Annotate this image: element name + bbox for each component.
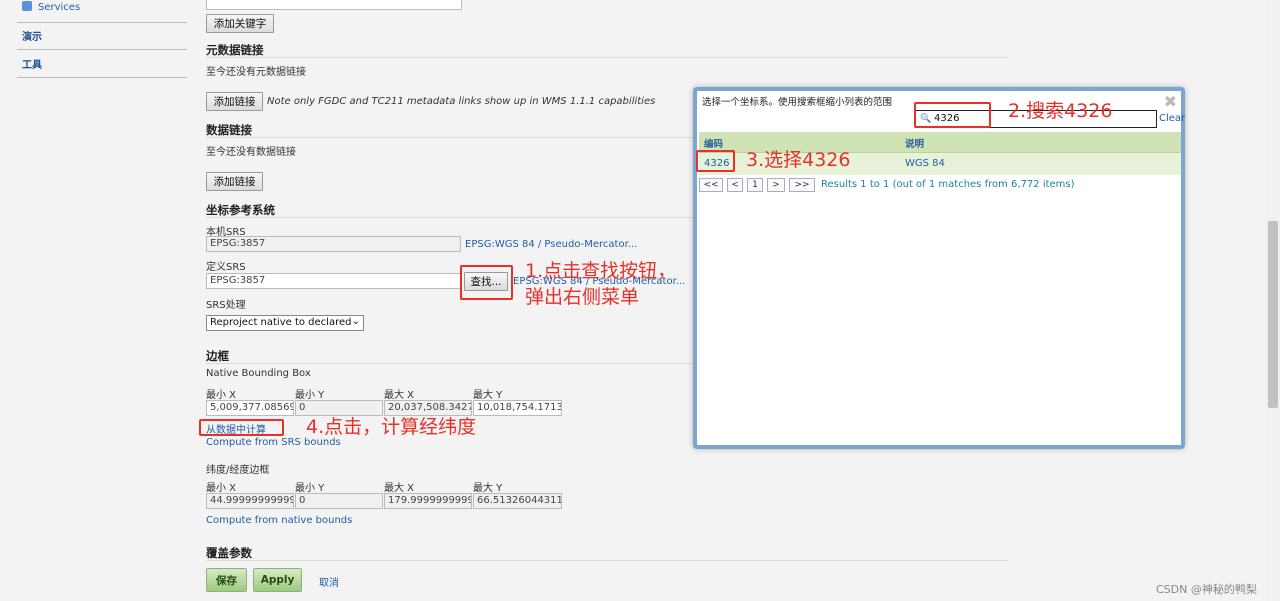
compute-from-native-link[interactable]: Compute from native bounds [206,515,352,526]
pager-first-button[interactable]: << [699,178,723,192]
sidebar-divider [17,22,187,23]
latlon-maxy-input[interactable]: 66.51326044311141 [473,493,562,509]
native-minx-input[interactable]: 5,009,377.0856972 [206,400,294,416]
col-min-x: 最小 X [206,390,237,401]
close-icon[interactable]: ✖ [1164,92,1177,111]
row-desc: WGS 84 [905,158,945,169]
annotation-step2: 2.搜索4326 [1008,100,1113,122]
add-keyword-button[interactable]: 添加关键字 [206,14,274,33]
native-maxx-input[interactable]: 20,037,508.342789 [384,400,472,416]
col-desc-header: 说明 [905,139,925,150]
annotation-step4: 4.点击，计算经纬度 [306,416,477,438]
data-links-title: 数据链接 [206,123,252,137]
annotation-box-compute [199,419,284,436]
declared-srs-input[interactable]: EPSG:3857 [206,273,461,289]
chevron-down-icon: ⌄ [351,316,360,327]
scrollbar-thumb[interactable] [1268,221,1278,408]
col-max-y: 最大 Y [473,390,503,401]
native-miny-input[interactable]: 0 [295,400,383,416]
sidebar-item-demo[interactable]: 演示 [17,28,187,50]
col-max-y: 最大 Y [473,483,503,494]
srs-handling-label: SRS处理 [206,300,246,311]
save-button[interactable]: 保存 [206,568,247,592]
metadata-links-title: 元数据链接 [206,43,264,57]
section-divider [206,560,1008,561]
declared-srs-label: 定义SRS [206,262,246,273]
col-max-x: 最大 X [384,483,415,494]
col-code-header: 编码 [704,139,724,150]
annotation-box-find [460,265,513,300]
services-icon [22,1,32,11]
annotation-step1-line2: 弹出右侧菜单 [525,286,640,308]
col-max-x: 最大 X [384,390,415,401]
sidebar-item-tools[interactable]: 工具 [17,56,187,78]
keyword-input[interactable] [206,0,462,10]
latlon-maxx-input[interactable]: 179.99999999999997 [384,493,472,509]
pager-page-button[interactable]: 1 [747,178,763,192]
coverage-params-title: 覆盖参数 [206,546,252,560]
section-divider [206,57,1008,58]
apply-button[interactable]: Apply [253,568,302,592]
pager-next-button[interactable]: > [767,178,785,192]
sidebar-item-services[interactable]: Services [22,1,80,13]
metadata-links-empty: 至今还没有元数据链接 [206,67,306,78]
metadata-note: Note only FGDC and TC211 metadata links … [267,96,656,107]
native-bbox-label: Native Bounding Box [206,368,311,379]
native-maxy-input[interactable]: 10,018,754.171394 [473,400,562,416]
col-min-y: 最小 Y [295,483,325,494]
latlon-miny-input[interactable]: 0 [295,493,383,509]
annotation-box-code [696,150,735,172]
cancel-link[interactable]: 取消 [319,574,339,589]
annotation-box-search [914,102,991,128]
annotation-step3: 3.选择4326 [746,149,851,171]
pager-prev-button[interactable]: < [727,178,743,192]
dialog-title: 选择一个坐标系。使用搜索框缩小列表的范围 [702,97,893,108]
add-metadata-link-button[interactable]: 添加链接 [206,92,263,111]
col-min-x: 最小 X [206,483,237,494]
latlon-bbox-label: 纬度/经度边框 [206,465,270,476]
native-srs-input[interactable]: EPSG:3857 [206,236,461,252]
clear-link[interactable]: Clear [1159,113,1185,124]
native-srs-link[interactable]: EPSG:WGS 84 / Pseudo-Mercator... [465,239,637,250]
col-min-y: 最小 Y [295,390,325,401]
crs-title: 坐标参考系统 [206,203,275,217]
watermark: CSDN @神秘的鸭梨 [1156,583,1257,596]
annotation-step1-line1: 1.点击查找按钮， [525,260,677,282]
srs-picker-dialog: 选择一个坐标系。使用搜索框缩小列表的范围 ✖ 🔍 4326 Clear 编码 说… [693,87,1185,449]
srs-handling-select[interactable]: Reproject native to declared ⌄ [206,315,364,331]
bbox-title: 边框 [206,349,229,363]
pager-last-button[interactable]: >> [789,178,815,192]
latlon-minx-input[interactable]: 44.99999999999994 [206,493,294,509]
page-scrollbar[interactable] [1266,0,1280,601]
add-data-link-button[interactable]: 添加链接 [206,172,263,191]
results-summary: Results 1 to 1 (out of 1 matches from 6,… [821,179,1075,190]
data-links-empty: 至今还没有数据链接 [206,147,296,158]
